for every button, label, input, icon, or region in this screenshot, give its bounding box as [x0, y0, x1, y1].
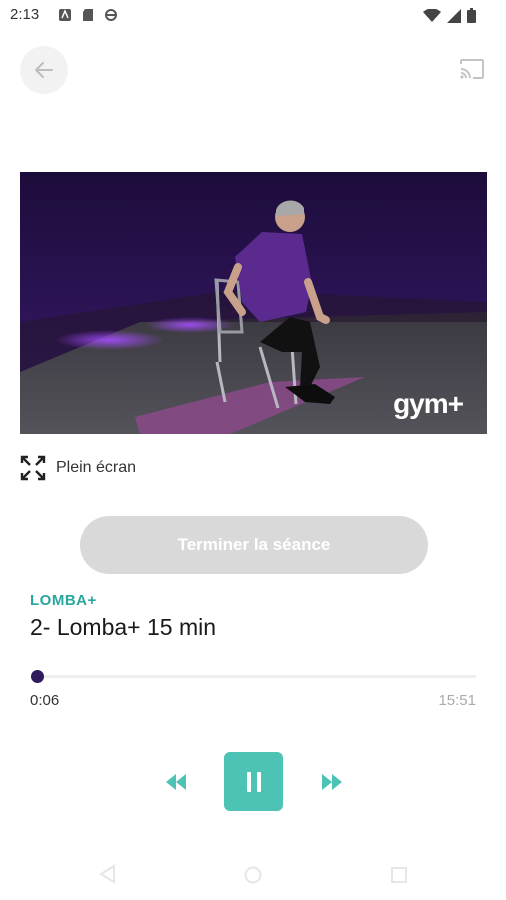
playback-controls	[0, 752, 506, 812]
nav-back-icon	[99, 864, 115, 884]
progress-bar[interactable]	[30, 670, 476, 683]
system-navigation-bar	[0, 850, 506, 900]
status-system-icons	[423, 8, 476, 23]
status-time: 2:13	[10, 6, 40, 23]
progress-thumb[interactable]	[30, 670, 44, 683]
sync-icon	[105, 9, 117, 21]
sd-card-icon	[83, 9, 93, 21]
nav-recents-icon	[391, 867, 407, 883]
wifi-icon	[423, 8, 441, 22]
status-bar: 2:13	[0, 0, 506, 32]
pause-button[interactable]	[224, 752, 283, 811]
fullscreen-label: Plein écran	[56, 459, 137, 476]
nav-home-button[interactable]	[244, 866, 262, 889]
brand-logo: gym+	[393, 388, 464, 419]
arrow-left-icon	[35, 62, 53, 78]
fast-forward-button[interactable]	[320, 772, 344, 792]
fullscreen-toggle[interactable]: Plein écran	[20, 454, 136, 482]
nav-home-icon	[244, 866, 262, 884]
session-title: 2- Lomba+ 15 min	[30, 614, 217, 640]
session-category: LOMBA+	[30, 592, 97, 609]
current-time: 0:06	[30, 692, 60, 709]
rewind-icon	[166, 774, 186, 790]
fullscreen-icon	[20, 455, 46, 481]
video-player[interactable]: gym+	[20, 172, 487, 434]
rewind-button[interactable]	[164, 772, 188, 792]
cast-icon	[460, 59, 484, 79]
cast-button[interactable]	[458, 56, 486, 82]
total-time: 15:51	[438, 692, 476, 709]
finish-session-button[interactable]: Terminer la séance	[80, 516, 428, 574]
nav-back-button[interactable]	[98, 864, 116, 889]
nav-recents-button[interactable]	[390, 866, 408, 889]
status-notification-icons	[58, 8, 118, 22]
battery-icon	[467, 8, 476, 23]
pause-icon	[246, 771, 261, 792]
signal-icon	[447, 8, 461, 23]
back-button[interactable]	[20, 46, 68, 94]
app-notification-icon	[59, 9, 71, 21]
fast-forward-icon	[322, 774, 342, 790]
